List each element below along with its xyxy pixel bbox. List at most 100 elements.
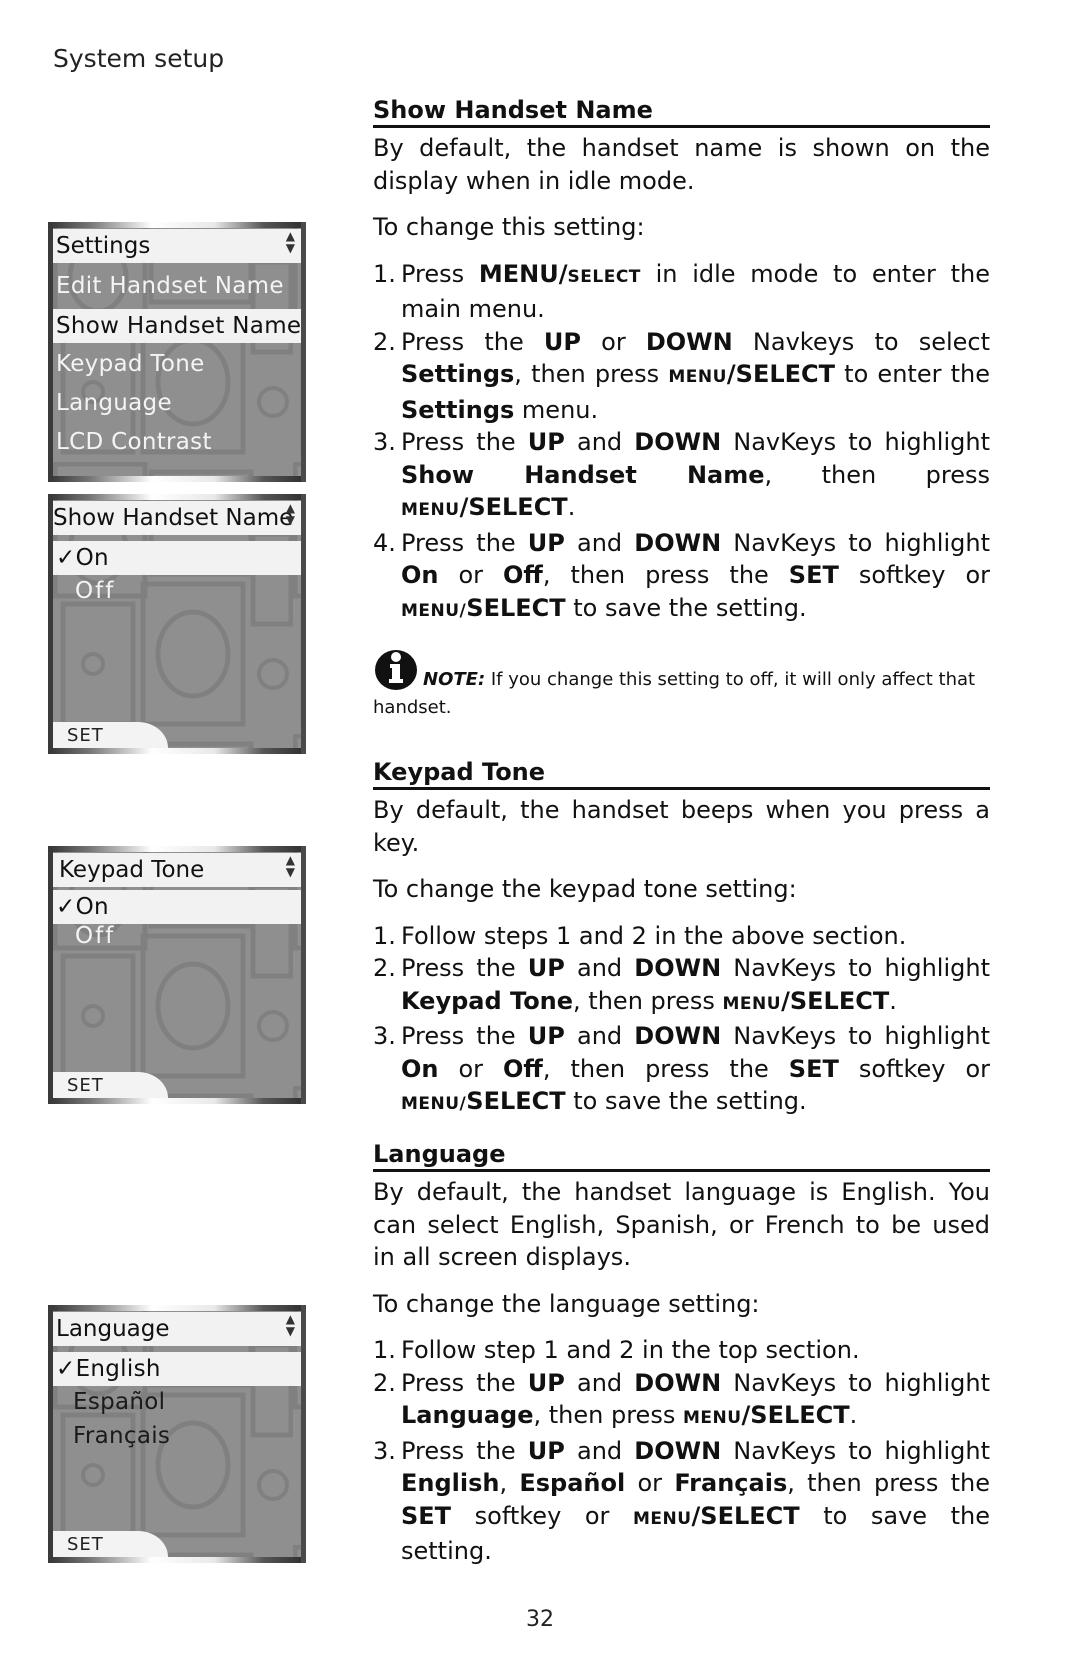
steps-list: 1. Follow steps 1 and 2 in the above sect… [373,920,990,1121]
emphasis: SET [788,561,839,589]
emphasis: UP [527,528,565,557]
step-number: 3. [373,428,396,456]
menu-item-edit-handset-name[interactable]: Edit Handset Name [53,269,301,303]
set-softkey[interactable]: SET [53,722,168,748]
step-text: Follow steps 1 and 2 in the above sectio… [401,921,907,950]
step-number: 3. [373,1436,396,1465]
step-text: , then press the [542,1054,789,1083]
menu-item-language[interactable]: Language [53,386,301,420]
menu-item-show-handset-name[interactable]: Show Handset Name [53,309,301,343]
step-number: 2. [373,327,396,356]
step-number: 2. [373,1368,396,1397]
key-label: SELECT [567,266,641,287]
section-show-handset-name: Show Handset Name By default, the handse… [373,95,990,722]
lcd-screen-language: Language ▲ ▼ ✓English Español Français SE… [48,1305,306,1563]
menu-item-lcd-contrast[interactable]: LCD Contrast [53,425,301,459]
scroll-arrows-icon: ▲ ▼ [285,229,295,255]
step-text: Press the [401,954,528,982]
step-text: . [889,986,897,1015]
step-text: and [564,528,635,557]
section-lead: To change the language setting: [373,1289,760,1318]
step-item: 2. Press the UP or DOWN Navkeys to select… [373,326,990,427]
option-english[interactable]: ✓English [53,1352,301,1386]
emphasis: DOWN [634,528,722,557]
emphasis: SET [401,1501,452,1530]
emphasis: SELECT [466,1087,566,1115]
screen-title: Keypad Tone [53,853,301,887]
step-item: 1. Follow step 1 and 2 in the top section… [373,1334,990,1367]
step-item: 4. Press the UP and DOWN NavKeys to highl… [373,527,990,628]
emphasis: On [401,1054,439,1083]
emphasis: DOWN [634,1022,722,1050]
emphasis: /SELECT [726,360,836,388]
lcd-screen-show-handset-name: Show Handset Name ▲ ▼ ✓On Off SET [48,494,306,754]
step-item: 2. Press the UP and DOWN NavKeys to highl… [373,1367,990,1435]
step-item: 2. Press the UP and DOWN NavKeys to highl… [373,952,990,1020]
step-item: 1. Press MENU/SELECT in idle mode to ente… [373,258,990,326]
emphasis: Keypad Tone [401,986,574,1015]
check-icon: ✓ [56,894,76,920]
step-text: Press the [401,1022,528,1050]
note-label: NOTE: [423,669,486,690]
step-text: , [499,1469,520,1497]
step-text: and [564,1368,635,1397]
emphasis: Off [503,1054,543,1083]
step-item: 1. Follow steps 1 and 2 in the above sect… [373,920,990,953]
emphasis: Español [519,1469,626,1497]
step-text: NavKeys to highlight [721,1022,990,1050]
step-text: , then press [533,1401,683,1429]
key-label: MENU [632,1508,692,1529]
key-label: MENU [722,993,782,1014]
emphasis: UP [527,954,565,982]
set-softkey[interactable]: SET [53,1531,168,1557]
screen-title: Show Handset Name [53,501,301,535]
option-off[interactable]: Off [53,574,301,608]
emphasis: Off [503,561,543,589]
step-text: , then press the [542,561,789,589]
key-label: MENU [401,500,460,520]
option-on[interactable]: ✓On [53,541,301,575]
page-number: 32 [526,1607,554,1632]
emphasis: On [401,561,439,589]
key-label: MENU [668,367,727,387]
section-language: Language By default, the handset languag… [373,1139,990,1568]
section-lead: To change the keypad tone setting: [373,875,797,903]
step-number: 4. [373,528,396,557]
emphasis: SELECT [466,593,566,622]
steps-list: 1. Follow step 1 and 2 in the top section… [373,1334,990,1568]
section-heading: Language [373,1139,990,1172]
step-text: softkey or [838,561,990,589]
option-francais[interactable]: Français [53,1419,301,1453]
note: NOTE: If you change this setting to off,… [373,645,990,722]
step-text: Follow step 1 and 2 in the top section. [401,1336,860,1364]
scroll-arrows-icon: ▲ ▼ [285,1312,295,1338]
step-number: 3. [373,1022,396,1050]
key-label: MENU [682,1408,742,1428]
step-text: and [564,428,635,456]
scroll-arrows-icon: ▲ ▼ [285,853,295,879]
step-number: 1. [373,921,396,950]
step-text: Navkeys to select [732,327,991,356]
step-text: or [438,1054,504,1083]
option-espanol[interactable]: Español [53,1385,301,1419]
step-text: . [849,1401,858,1429]
screen-title: Language [53,1312,301,1346]
screen-title: Settings [53,229,301,263]
step-text: Press the [401,428,528,456]
emphasis: SET [788,1054,839,1083]
step-item: 3. Press the UP and DOWN NavKeys to highl… [373,1020,990,1121]
emphasis: /SELECT [781,986,890,1015]
step-text: Press [401,259,479,288]
emphasis: /SELECT [691,1501,800,1530]
emphasis: Settings [401,360,515,388]
step-text: softkey or [451,1501,633,1530]
option-off[interactable]: Off [53,919,301,953]
emphasis: Settings [401,395,515,424]
emphasis: UP [527,428,565,456]
step-text: or [580,327,646,356]
set-softkey[interactable]: SET [53,1072,168,1098]
menu-item-keypad-tone[interactable]: Keypad Tone [53,347,301,381]
step-text: Press the [401,1436,528,1465]
emphasis: Show Handset Name [401,460,765,489]
section-intro: By default, the handset beeps when you p… [373,796,990,857]
